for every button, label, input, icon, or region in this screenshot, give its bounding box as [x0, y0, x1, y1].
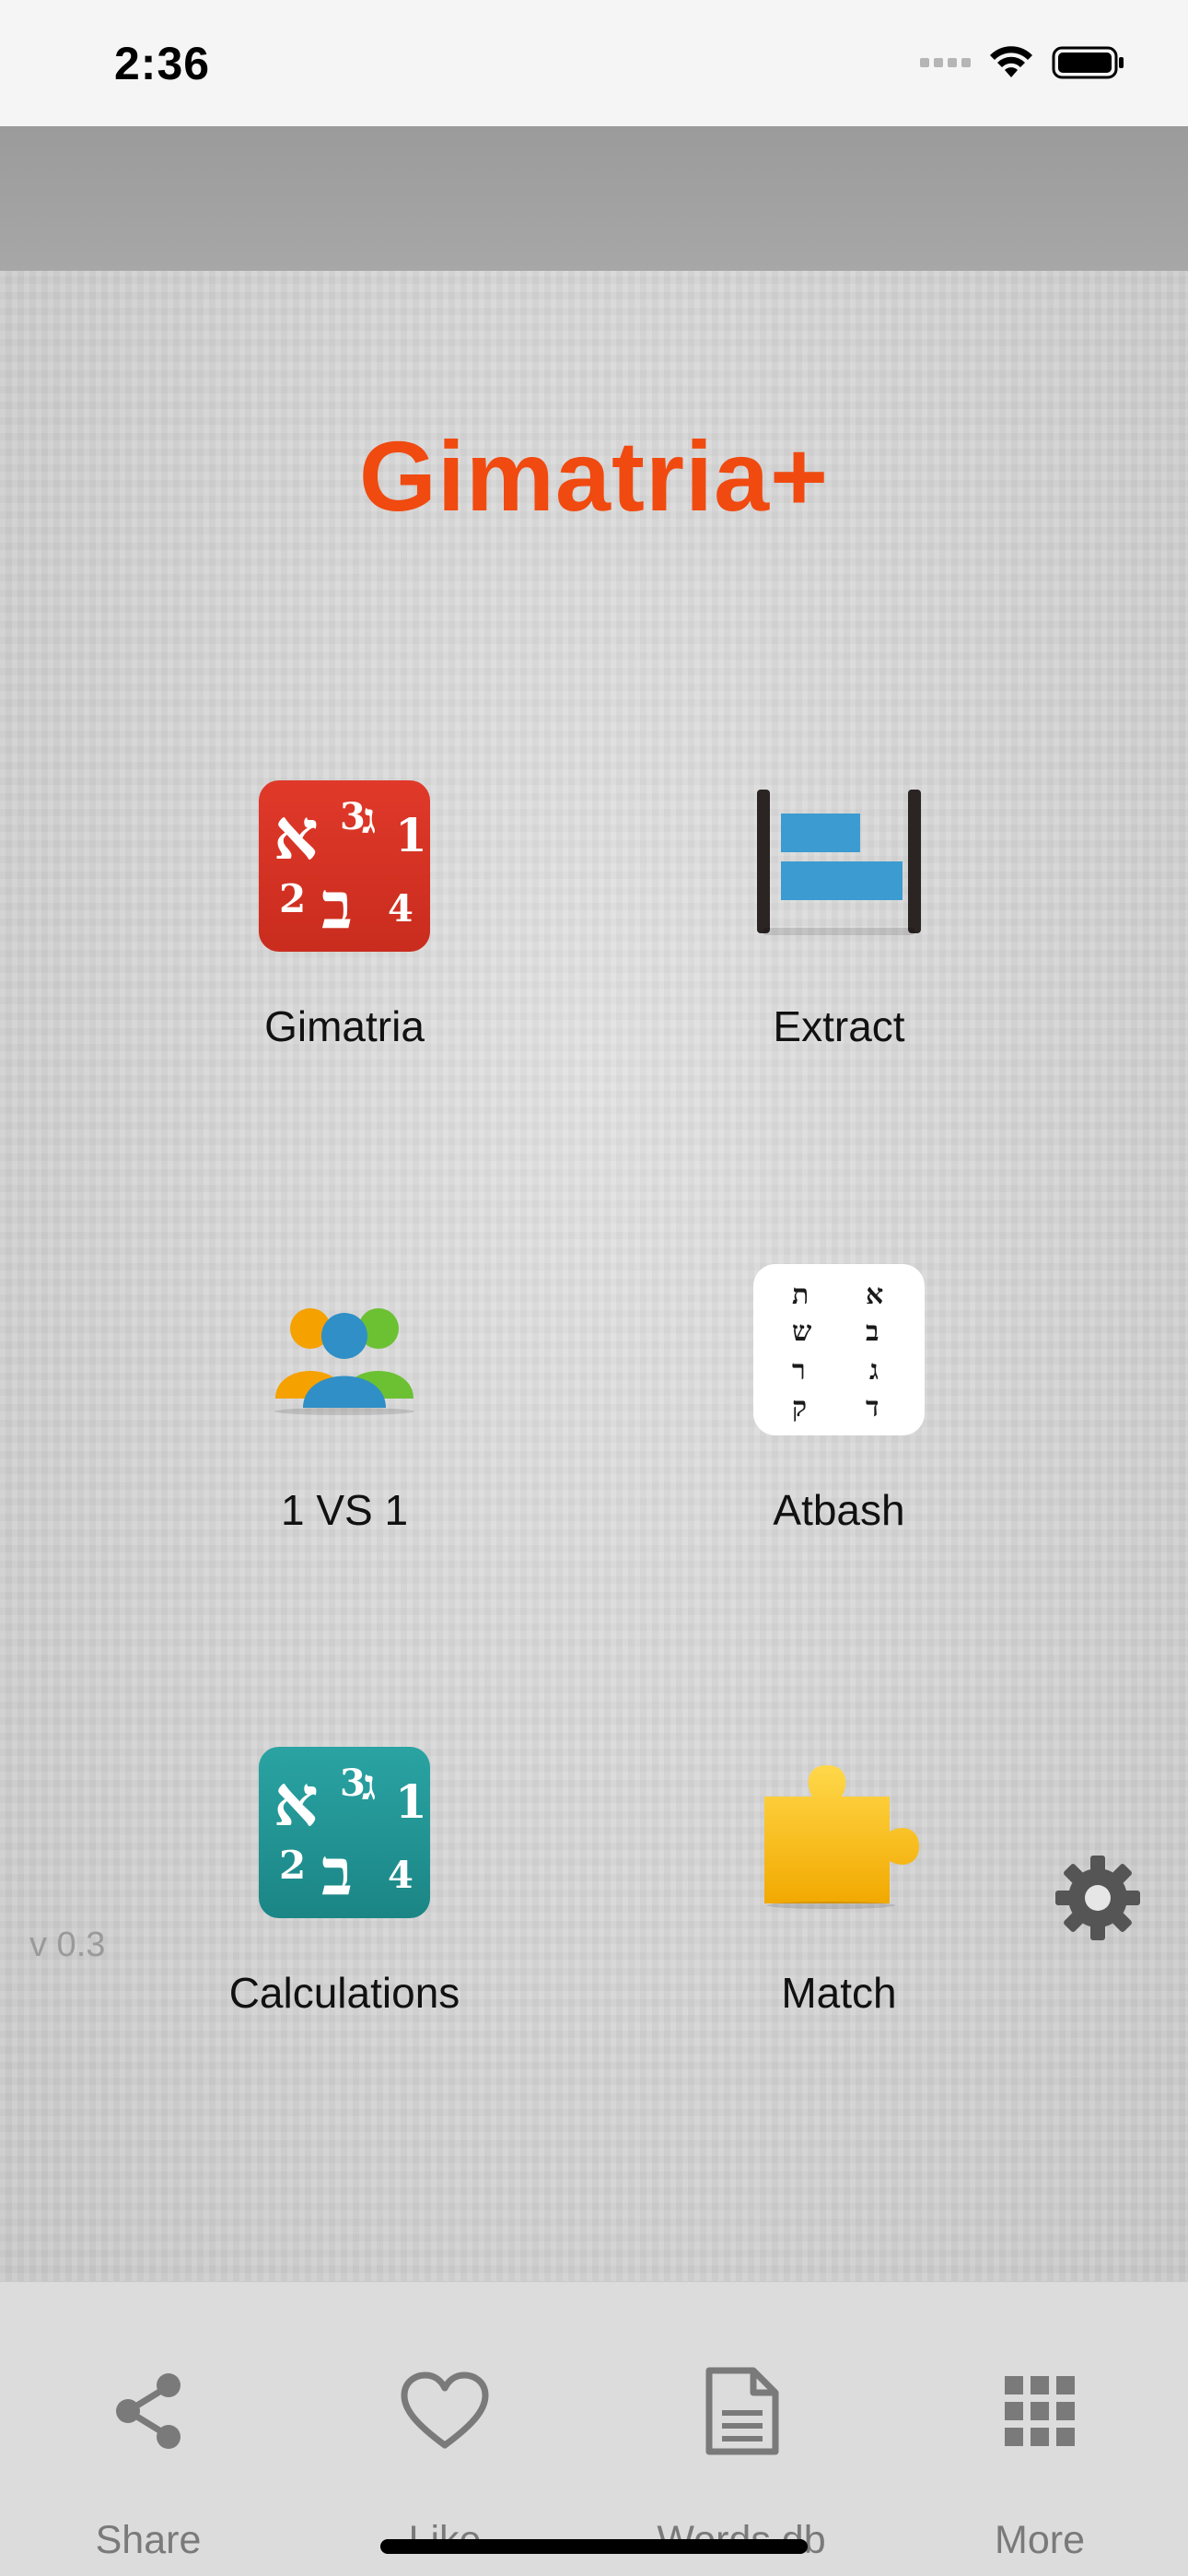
tile-extract[interactable]: Extract — [655, 780, 1023, 1112]
tile-label: Extract — [773, 1002, 905, 1050]
tile-gimatria[interactable]: א 3 ג 1 2 ב 4 Gimatria — [160, 780, 529, 1112]
document-icon — [695, 2365, 787, 2457]
share-icon — [102, 2365, 194, 2457]
puzzle-icon — [753, 1747, 925, 1918]
users-icon — [259, 1264, 430, 1435]
tile-label: Match — [781, 1969, 897, 2017]
tile-label: Atbash — [773, 1486, 905, 1534]
version-label: v 0.3 — [29, 1926, 106, 1964]
tile-match[interactable]: Match — [655, 1747, 1023, 2078]
tab-words-db[interactable]: Words db — [593, 2282, 890, 2576]
tile-label: Calculations — [228, 1969, 460, 2017]
tile-label: Gimatria — [264, 1002, 425, 1050]
status-time: 2:36 — [114, 38, 211, 89]
gear-icon — [1055, 1856, 1140, 1940]
tab-more[interactable]: More — [891, 2282, 1188, 2576]
status-bar: 2:36 — [0, 0, 1188, 126]
tab-label: More — [995, 2518, 1085, 2562]
tile-atbash[interactable]: ת א ש ב ר ג ק ד Atbash — [655, 1264, 1023, 1596]
tile-label: 1 VS 1 — [280, 1486, 409, 1534]
main-menu: Gimatria+ א 3 ג 1 2 ב 4 Gimatria Extract… — [0, 271, 1188, 2281]
tab-bar: Share Like Words db — [0, 2281, 1188, 2576]
status-icons — [920, 44, 1125, 81]
heart-icon — [399, 2365, 491, 2457]
tab-share[interactable]: Share — [0, 2282, 297, 2576]
wifi-icon — [990, 46, 1032, 77]
home-indicator[interactable] — [380, 2539, 808, 2554]
settings-button[interactable] — [1054, 1854, 1142, 1942]
tile-1vs1[interactable]: 1 VS 1 — [160, 1264, 529, 1596]
atbash-icon: ת א ש ב ר ג ק ד — [753, 1264, 925, 1435]
calculations-icon: א 3 ג 1 2 ב 4 — [259, 1747, 430, 1918]
ad-banner[interactable] — [0, 126, 1188, 271]
tab-like[interactable]: Like — [297, 2282, 593, 2576]
extract-icon — [753, 780, 925, 952]
gimatria-icon: א 3 ג 1 2 ב 4 — [259, 780, 430, 952]
battery-icon — [1052, 46, 1124, 79]
tile-calculations[interactable]: א 3 ג 1 2 ב 4 Calculations — [160, 1747, 529, 2078]
grid-icon — [994, 2365, 1086, 2457]
app-title: Gimatria+ — [358, 420, 830, 532]
cellular-signal-icon — [920, 58, 971, 67]
tab-label: Share — [95, 2518, 202, 2562]
